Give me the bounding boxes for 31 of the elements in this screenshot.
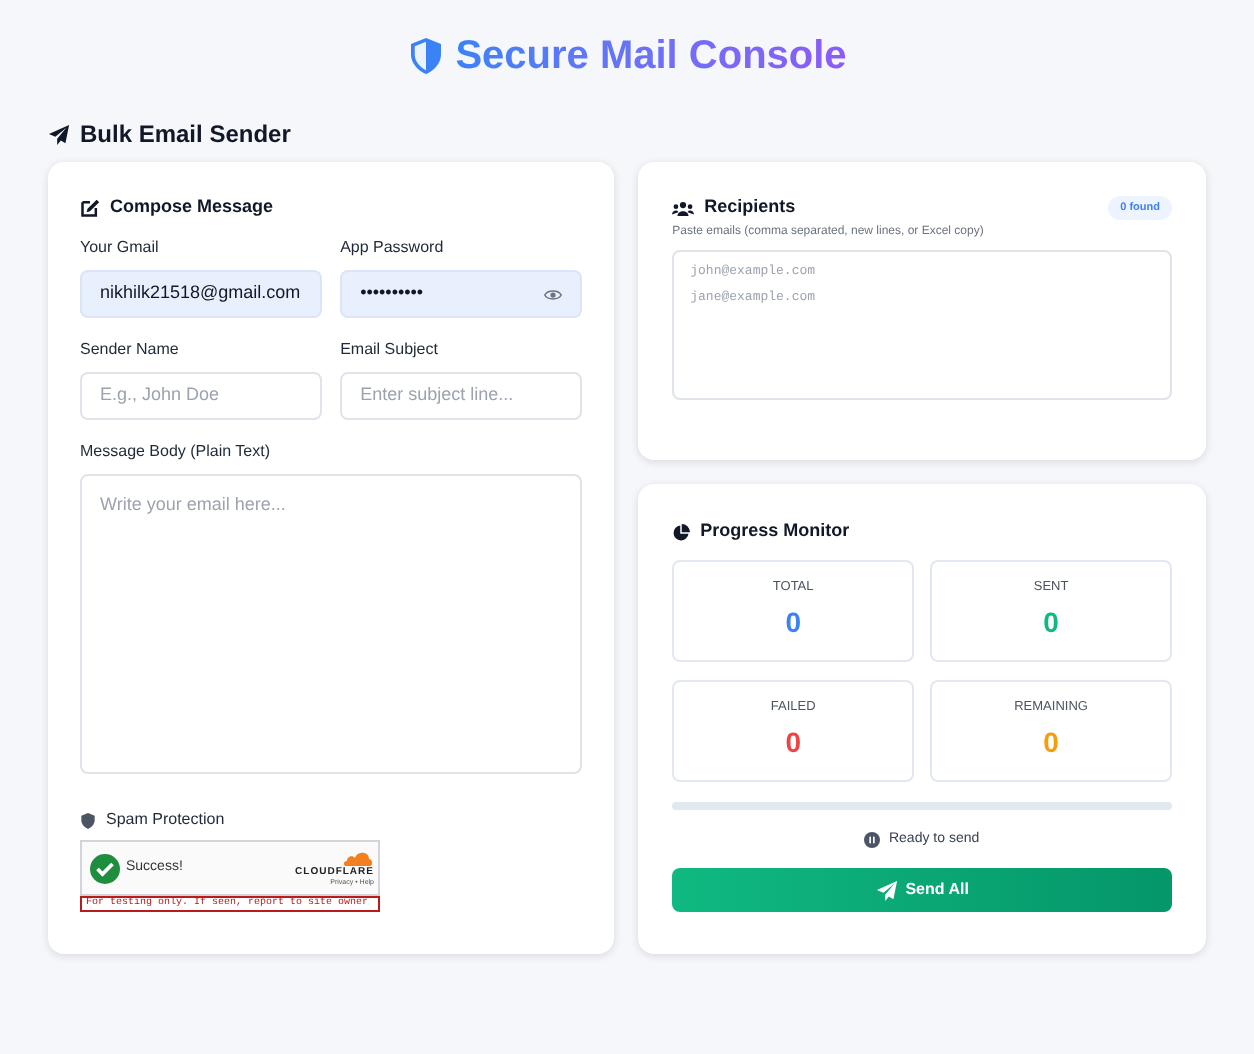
edit-icon (80, 198, 100, 218)
field-label: App Password (340, 236, 446, 260)
input-field[interactable]: nikhilk21518@gmail.com (80, 270, 323, 318)
card-title: Recipients (704, 194, 796, 221)
field-label: Message Body (Plain Text) (80, 440, 273, 464)
check-icon (90, 853, 120, 883)
stat-value: 0 (1043, 724, 1059, 763)
field-label: Spam Protection (106, 808, 225, 832)
field-label: Your Gmail (80, 236, 161, 260)
stat-value: 0 (1043, 604, 1059, 643)
field-label: Email Subject (340, 338, 440, 362)
message-body-field[interactable]: Write your email here... (80, 474, 583, 774)
eye-icon[interactable] (544, 285, 563, 303)
paper-plane-icon (875, 879, 898, 901)
pause-icon (864, 832, 881, 848)
users-icon (672, 199, 695, 217)
card-title: Compose Message (110, 194, 274, 221)
stat-value: 0 (785, 724, 801, 763)
stat-value: 0 (785, 604, 801, 643)
send-all-button[interactable]: Send All (672, 868, 1172, 912)
input-field[interactable]: E.g., John Doe (80, 372, 323, 420)
shield-icon (407, 36, 444, 76)
pie-chart-icon (672, 523, 691, 541)
input-field[interactable]: •••••••••• (340, 270, 583, 318)
input-field[interactable]: Enter subject line... (340, 372, 583, 420)
section-title: Bulk Email Sender (80, 118, 291, 152)
card-title: Progress Monitor (700, 518, 850, 545)
cloud-icon (342, 849, 374, 865)
field-label: Sender Name (80, 338, 181, 362)
shield-icon (80, 811, 96, 829)
paper-plane-icon (48, 123, 70, 145)
